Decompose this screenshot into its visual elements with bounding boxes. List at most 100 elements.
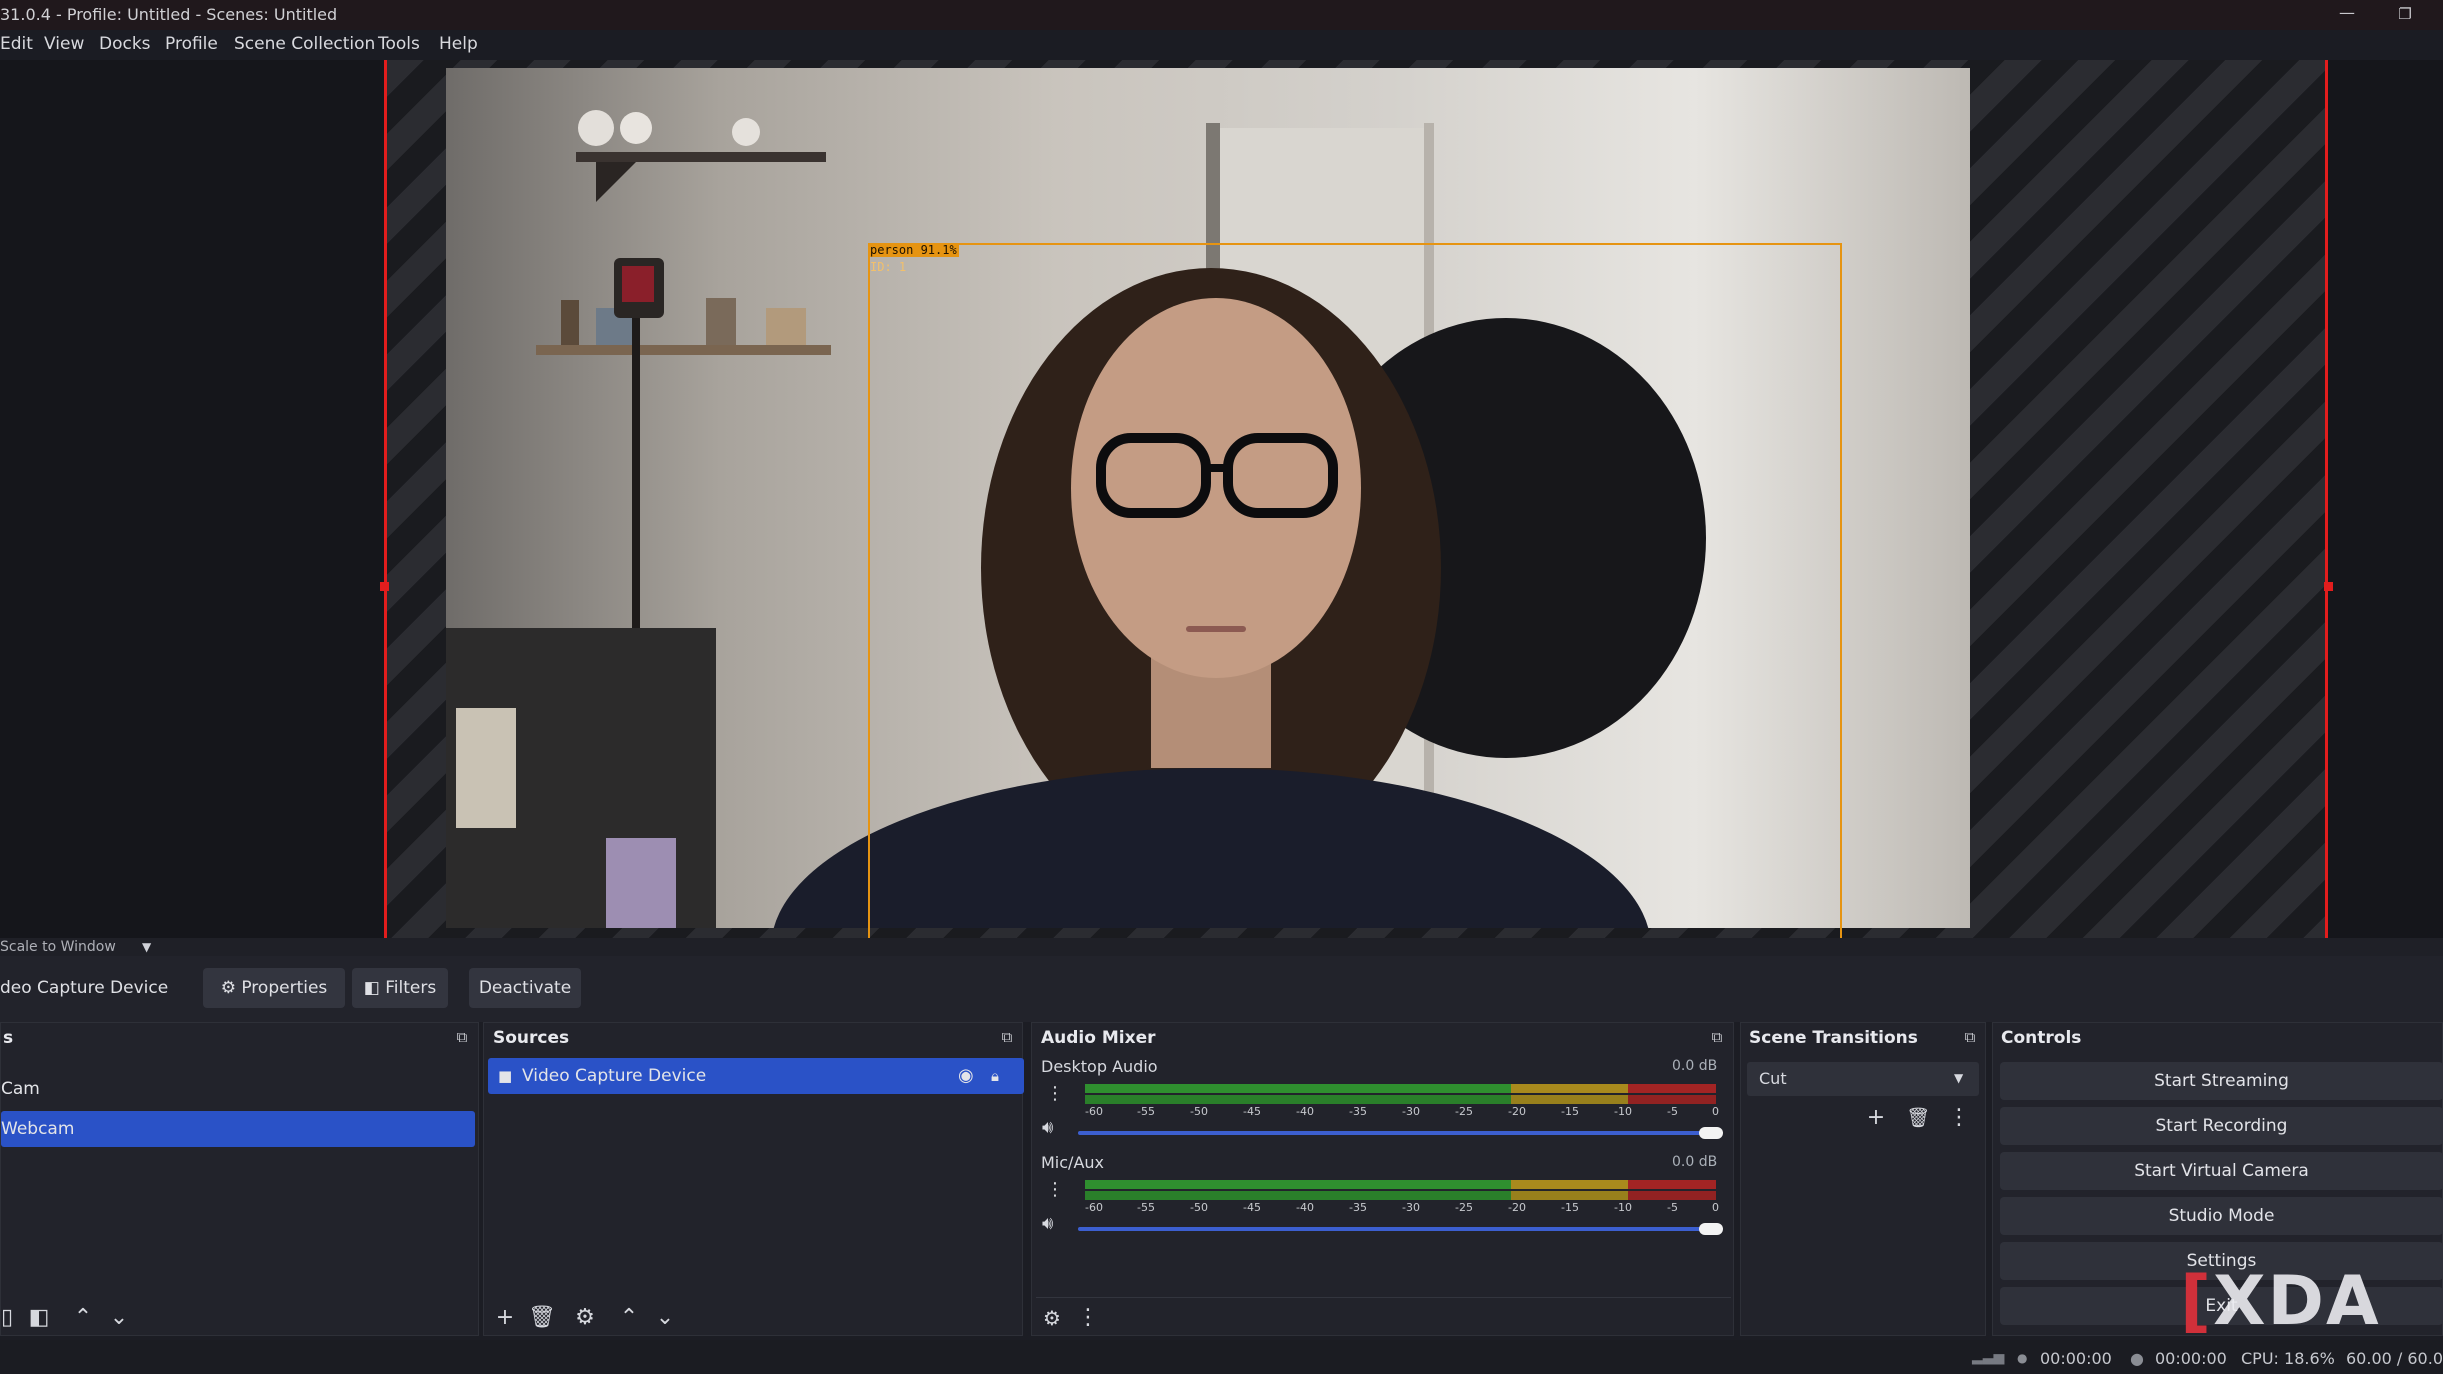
meter-green-2: [1085, 1095, 1511, 1104]
meter-green: [1085, 1084, 1511, 1093]
scene-transitions-title: Scene Transitions: [1749, 1028, 1918, 1048]
detection-label: person 91.1%: [868, 243, 959, 257]
menu-help[interactable]: Help: [439, 34, 478, 54]
move-up-icon[interactable]: ⌃: [613, 1303, 645, 1333]
meter-red: [1628, 1084, 1716, 1093]
scene-item-webcam[interactable]: Webcam: [1, 1111, 475, 1147]
sources-dock: Sources ⧉ ■ Video Capture Device ◉ 🔒︎ + …: [483, 1022, 1024, 1336]
move-down-icon[interactable]: ⌄: [649, 1303, 681, 1333]
add-transition-icon[interactable]: +: [1860, 1103, 1892, 1133]
add-source-icon[interactable]: +: [489, 1303, 521, 1333]
source-item-video-capture[interactable]: ■ Video Capture Device ◉ 🔒︎: [488, 1058, 1024, 1094]
meter-yellow: [1511, 1180, 1628, 1189]
transition-select[interactable]: Cut ▼: [1747, 1062, 1979, 1096]
scale-select[interactable]: Scale to Window: [0, 938, 116, 956]
menu-view[interactable]: View: [44, 34, 84, 54]
move-down-icon[interactable]: ⌄: [103, 1303, 135, 1333]
start-streaming-button[interactable]: Start Streaming: [2000, 1062, 2443, 1100]
menu-bar: Edit View Docks Profile Scene Collection…: [0, 30, 2443, 60]
menu-edit[interactable]: Edit: [0, 34, 33, 54]
scale-tick: -35: [1349, 1201, 1367, 1214]
deactivate-button[interactable]: Deactivate: [469, 968, 581, 1008]
channel-name: Desktop Audio: [1041, 1057, 1158, 1076]
gear-icon[interactable]: ⚙: [569, 1303, 601, 1333]
scene-item-cam[interactable]: Cam: [1, 1071, 475, 1107]
channel-menu-icon[interactable]: ⋮: [1046, 1083, 1064, 1104]
lock-icon[interactable]: 🔒︎: [991, 1058, 999, 1094]
xda-bracket-icon: [: [2180, 1262, 2214, 1341]
trash-icon[interactable]: 🗑︎: [526, 1303, 558, 1333]
scale-tick: -15: [1561, 1105, 1579, 1118]
volume-slider[interactable]: [1078, 1131, 1716, 1135]
chevron-down-icon[interactable]: ▼: [142, 938, 151, 956]
scale-tick: 0: [1712, 1105, 1719, 1118]
properties-button[interactable]: ⚙ Properties: [203, 968, 345, 1008]
studio-mode-button[interactable]: Studio Mode: [2000, 1197, 2443, 1235]
start-virtual-camera-button[interactable]: Start Virtual Camera: [2000, 1152, 2443, 1190]
float-dock-icon[interactable]: ⧉: [1961, 1029, 1979, 1045]
channel-name: Mic/Aux: [1041, 1153, 1104, 1172]
trash-icon[interactable]: 🗑︎: [1902, 1103, 1934, 1133]
signal-icon: ▂▃▅: [1972, 1349, 2005, 1365]
meter-scale: -60 -55 -50 -45 -40 -35 -30 -25 -20 -15 …: [1085, 1105, 1725, 1119]
sources-dock-title: Sources: [493, 1028, 570, 1048]
scale-tick: -20: [1508, 1201, 1526, 1214]
chevron-down-icon: ▼: [1954, 1071, 1964, 1085]
selected-source-name: deo Capture Device: [0, 978, 169, 998]
eye-icon[interactable]: ◉: [958, 1058, 974, 1094]
speaker-icon[interactable]: 🔊︎: [1042, 1117, 1053, 1138]
meter-yellow-2: [1511, 1095, 1628, 1104]
menu-tools[interactable]: Tools: [378, 34, 420, 54]
volume-slider[interactable]: [1078, 1227, 1716, 1231]
cpu-usage: CPU: 18.6%: [2241, 1349, 2335, 1368]
float-dock-icon[interactable]: ⧉: [453, 1029, 471, 1045]
controls-title: Controls: [2001, 1028, 2082, 1048]
meter-scale: -60 -55 -50 -45 -40 -35 -30 -25 -20 -15 …: [1085, 1201, 1725, 1215]
volume-slider-handle[interactable]: [1699, 1223, 1723, 1235]
start-recording-button[interactable]: Start Recording: [2000, 1107, 2443, 1145]
speaker-icon[interactable]: 🔊︎: [1042, 1213, 1053, 1234]
minimize-icon[interactable]: —: [2336, 0, 2358, 30]
menu-profile[interactable]: Profile: [165, 34, 218, 54]
scale-row: Scale to Window ▼: [0, 938, 2443, 956]
delete-scene-icon[interactable]: ▯: [1, 1303, 13, 1333]
menu-scene-collection[interactable]: Scene Collection: [234, 34, 375, 54]
source-item-label: Video Capture Device: [522, 1066, 707, 1086]
resize-handle-right[interactable]: [2324, 582, 2333, 591]
scale-tick: -60: [1085, 1105, 1103, 1118]
more-menu-icon[interactable]: ⋮: [1943, 1103, 1975, 1133]
float-dock-icon[interactable]: ⧉: [998, 1029, 1016, 1045]
float-dock-icon[interactable]: ⧉: [1708, 1029, 1726, 1045]
restore-icon[interactable]: ❐: [2394, 0, 2416, 30]
context-bar: deo Capture Device ⚙ Properties ◧ Filter…: [0, 956, 2443, 1022]
fps-readout: 60.00 / 60.00: [2346, 1349, 2443, 1368]
scale-tick: -60: [1085, 1201, 1103, 1214]
scale-tick: -20: [1508, 1105, 1526, 1118]
filter-icon[interactable]: ◧: [23, 1303, 55, 1333]
scale-tick: -40: [1296, 1105, 1314, 1118]
scene-transitions-dock: Scene Transitions ⧉ Cut ▼ + 🗑︎ ⋮: [1740, 1022, 1986, 1336]
resize-handle-left[interactable]: [380, 582, 389, 591]
move-up-icon[interactable]: ⌃: [67, 1303, 99, 1333]
window-title: 31.0.4 - Profile: Untitled - Scenes: Unt…: [0, 5, 338, 24]
volume-slider-handle[interactable]: [1699, 1127, 1723, 1139]
channel-menu-icon[interactable]: ⋮: [1046, 1179, 1064, 1200]
camera-icon: ■: [498, 1067, 513, 1085]
scenes-dock: s ⧉ Cam Webcam ▯ ◧ ⌃ ⌄: [0, 1022, 479, 1336]
meter-red-2: [1628, 1191, 1716, 1200]
audio-mixer-dock: Audio Mixer ⧉ Desktop Audio 0.0 dB ⋮ -60…: [1031, 1022, 1734, 1336]
status-bar: ▂▃▅ ● 00:00:00 ● 00:00:00 CPU: 18.6% 60.…: [0, 1340, 2443, 1374]
properties-label: Properties: [241, 978, 328, 998]
menu-docks[interactable]: Docks: [99, 34, 151, 54]
title-bar: 31.0.4 - Profile: Untitled - Scenes: Unt…: [0, 0, 2443, 30]
record-time: 00:00:00: [2155, 1349, 2227, 1368]
gear-icon[interactable]: ⚙: [1036, 1303, 1068, 1333]
meter-green-2: [1085, 1191, 1511, 1200]
meter-red-2: [1628, 1095, 1716, 1104]
filters-button[interactable]: ◧ Filters: [352, 968, 448, 1008]
scale-tick: -25: [1455, 1201, 1473, 1214]
more-menu-icon[interactable]: ⋮: [1072, 1303, 1104, 1333]
stream-time: 00:00:00: [2040, 1349, 2112, 1368]
divider: [1036, 1297, 1731, 1298]
channel-level: 0.0 dB: [1672, 1154, 1718, 1170]
